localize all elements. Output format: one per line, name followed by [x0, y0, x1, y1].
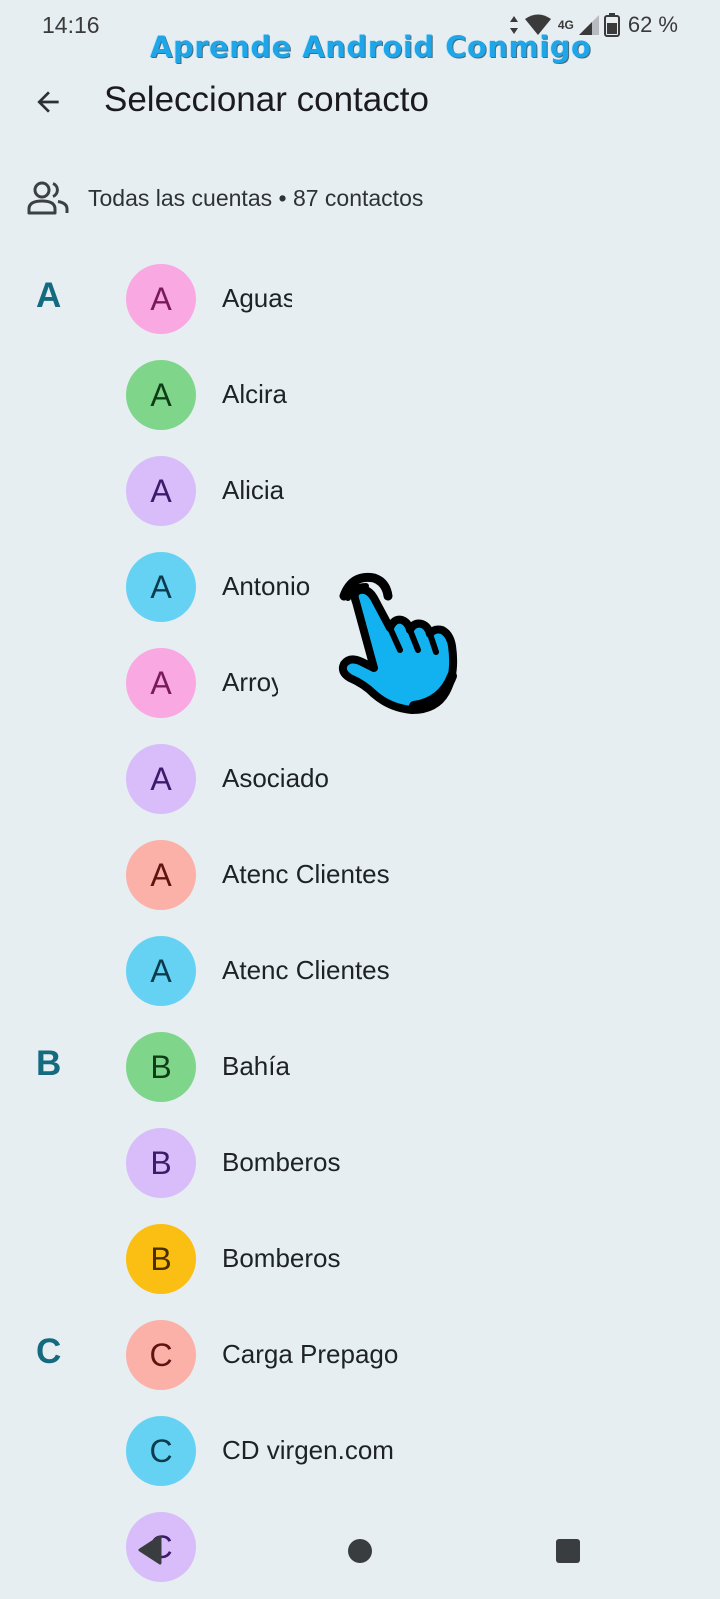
contact-name: Atenc Clientes [222, 955, 390, 985]
contact-avatar: C [126, 1320, 196, 1390]
contact-name: Antonio [222, 571, 311, 601]
contact-avatar: C [126, 1416, 196, 1486]
contact-row[interactable]: A Asociado [0, 732, 720, 828]
battery-percent: 62 % [627, 12, 678, 37]
contact-row[interactable]: C C Carga Prepago [0, 1308, 720, 1404]
contact-row[interactable]: A Atenc Clientes [0, 924, 720, 1020]
contact-avatar: A [126, 744, 196, 814]
watermark-text: Aprende Android Conmigo [150, 30, 592, 64]
contact-name: Aguas [222, 283, 292, 313]
contact-row[interactable]: A Alcira [0, 348, 720, 444]
contact-name: Bomberos [222, 1243, 341, 1273]
contact-name: CD virgen.com [222, 1435, 394, 1465]
contact-avatar: A [126, 552, 196, 622]
contact-avatar: A [126, 840, 196, 910]
contact-row[interactable]: C CD virgen.com [0, 1404, 720, 1500]
contact-row[interactable]: B Bomberos [0, 1116, 720, 1212]
contact-row[interactable]: A Antonio [0, 540, 720, 636]
contact-name: Carga Prepago [222, 1339, 399, 1369]
contact-avatar: A [126, 360, 196, 430]
contact-list: A A Aguas A Alcira A Alicia A Antonio A … [0, 252, 720, 1596]
contact-row[interactable]: A Atenc Clientes [0, 828, 720, 924]
contact-avatar: A [126, 264, 196, 334]
contact-name: Asociado [222, 763, 329, 793]
contact-row[interactable]: A A Aguas [0, 252, 720, 348]
nav-recents-icon[interactable] [554, 1537, 582, 1565]
contact-row[interactable]: B Bomberos [0, 1212, 720, 1308]
contact-name: Alicia [222, 475, 285, 505]
account-filter[interactable]: Todas las cuentas • 87 contactos [26, 176, 423, 220]
account-filter-label: Todas las cuentas • 87 contactos [88, 184, 424, 211]
contact-name: Alcira [222, 379, 288, 409]
contact-avatar: B [126, 1224, 196, 1294]
contact-row[interactable]: A Alicia [0, 444, 720, 540]
contact-name: Arroyo [222, 667, 278, 697]
navigation-bar [0, 1527, 720, 1599]
battery-icon [603, 13, 620, 37]
contact-name: Bahía [222, 1051, 290, 1081]
arrow-back-icon [37, 91, 59, 113]
contact-avatar: B [126, 1128, 196, 1198]
nav-home-icon[interactable] [346, 1537, 374, 1565]
contact-avatar: A [126, 936, 196, 1006]
section-header: A [36, 276, 62, 315]
contact-row[interactable]: B B Bahía [0, 1020, 720, 1116]
status-time: 14:16 [42, 12, 100, 38]
contact-name: Atenc Clientes [222, 859, 390, 889]
contact-avatar: A [126, 648, 196, 718]
nav-back-icon[interactable] [136, 1535, 164, 1565]
section-header: B [36, 1044, 62, 1083]
contact-avatar: A [126, 456, 196, 526]
contact-name: Bomberos [222, 1147, 341, 1177]
section-header: C [36, 1332, 62, 1371]
contact-row[interactable]: A Arroyo [0, 636, 720, 732]
page-title: Seleccionar contacto [104, 80, 429, 119]
contact-avatar: B [126, 1032, 196, 1102]
back-button[interactable] [26, 80, 70, 124]
people-icon [26, 176, 70, 220]
